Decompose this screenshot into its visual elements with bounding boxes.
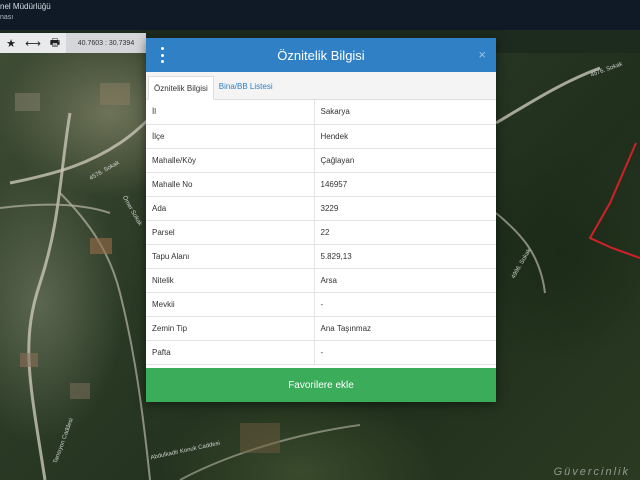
row-value: Hendek — [314, 124, 496, 149]
star-icon[interactable]: ★ — [0, 33, 22, 53]
row-value: - — [314, 340, 496, 365]
row-key: Zemin Tip — [146, 316, 315, 341]
row-value: Sakarya — [314, 100, 496, 125]
tab-attribute-info[interactable]: Öznitelik Bilgisi — [148, 76, 214, 100]
tab-building-list[interactable]: Bina/BB Listesi — [214, 75, 278, 99]
menu-icon[interactable] — [158, 47, 166, 63]
row-value: Ana Taşınmaz — [314, 316, 496, 341]
row-key: İlçe — [146, 124, 315, 149]
table-row: Pafta - — [146, 340, 496, 365]
dialog-title: Öznitelik Bilgisi — [277, 47, 365, 63]
map-toolbar: ★ ⟷ 🖶 40.7603 : 30.7394 — [0, 33, 146, 53]
row-key: Mahalle/Köy — [146, 148, 315, 173]
row-key: Mevkii — [146, 292, 315, 317]
row-key: İl — [146, 100, 315, 125]
row-key: Mahalle No — [146, 172, 315, 197]
row-key: Pafta — [146, 340, 315, 365]
row-value: Çağlayan — [314, 148, 496, 173]
coordinate-readout: 40.7603 : 30.7394 — [66, 33, 146, 53]
row-key: Nitelik — [146, 268, 315, 293]
table-row: Nitelik Arsa — [146, 268, 496, 293]
table-row: Zemin Tip Ana Taşınmaz — [146, 316, 496, 341]
attribute-dialog: Öznitelik Bilgisi × Öznitelik Bilgisi Bi… — [146, 38, 496, 402]
measure-icon[interactable]: ⟷ — [22, 33, 44, 53]
row-value: - — [314, 292, 496, 317]
row-value: 3229 — [314, 196, 496, 221]
parcel-outline — [588, 142, 640, 259]
row-value: 146957 — [314, 172, 496, 197]
table-row: Ada 3229 — [146, 196, 496, 221]
table-row: Mevkii - — [146, 292, 496, 317]
row-key: Ada — [146, 196, 315, 221]
table-row: Mahalle/Köy Çağlayan — [146, 148, 496, 173]
row-key: Parsel — [146, 220, 315, 245]
app-header: nel Müdürlüğü nası — [0, 0, 640, 30]
close-icon[interactable]: × — [478, 47, 486, 62]
add-to-favorites-button[interactable]: Favorilere ekle — [146, 368, 496, 402]
row-value: 22 — [314, 220, 496, 245]
row-value: Arsa — [314, 268, 496, 293]
table-row: Mahalle No 146957 — [146, 172, 496, 197]
map-watermark: Güvercinlik — [553, 466, 630, 478]
dialog-tabs: Öznitelik Bilgisi Bina/BB Listesi — [146, 72, 496, 100]
row-value: 5.829,13 — [314, 244, 496, 269]
dialog-header: Öznitelik Bilgisi × — [146, 38, 496, 72]
table-row: İlçe Hendek — [146, 124, 496, 149]
row-key: Tapu Alanı — [146, 244, 315, 269]
attribute-table: İl Sakarya İlçe Hendek Mahalle/Köy Çağlayan… — [146, 100, 496, 365]
header-title-line2: nası — [0, 14, 14, 21]
print-icon[interactable]: 🖶 — [44, 33, 66, 53]
header-title-line1: nel Müdürlüğü — [0, 2, 51, 11]
table-row: Tapu Alanı 5.829,13 — [146, 244, 496, 269]
table-row: Parsel 22 — [146, 220, 496, 245]
table-row: İl Sakarya — [146, 100, 496, 125]
